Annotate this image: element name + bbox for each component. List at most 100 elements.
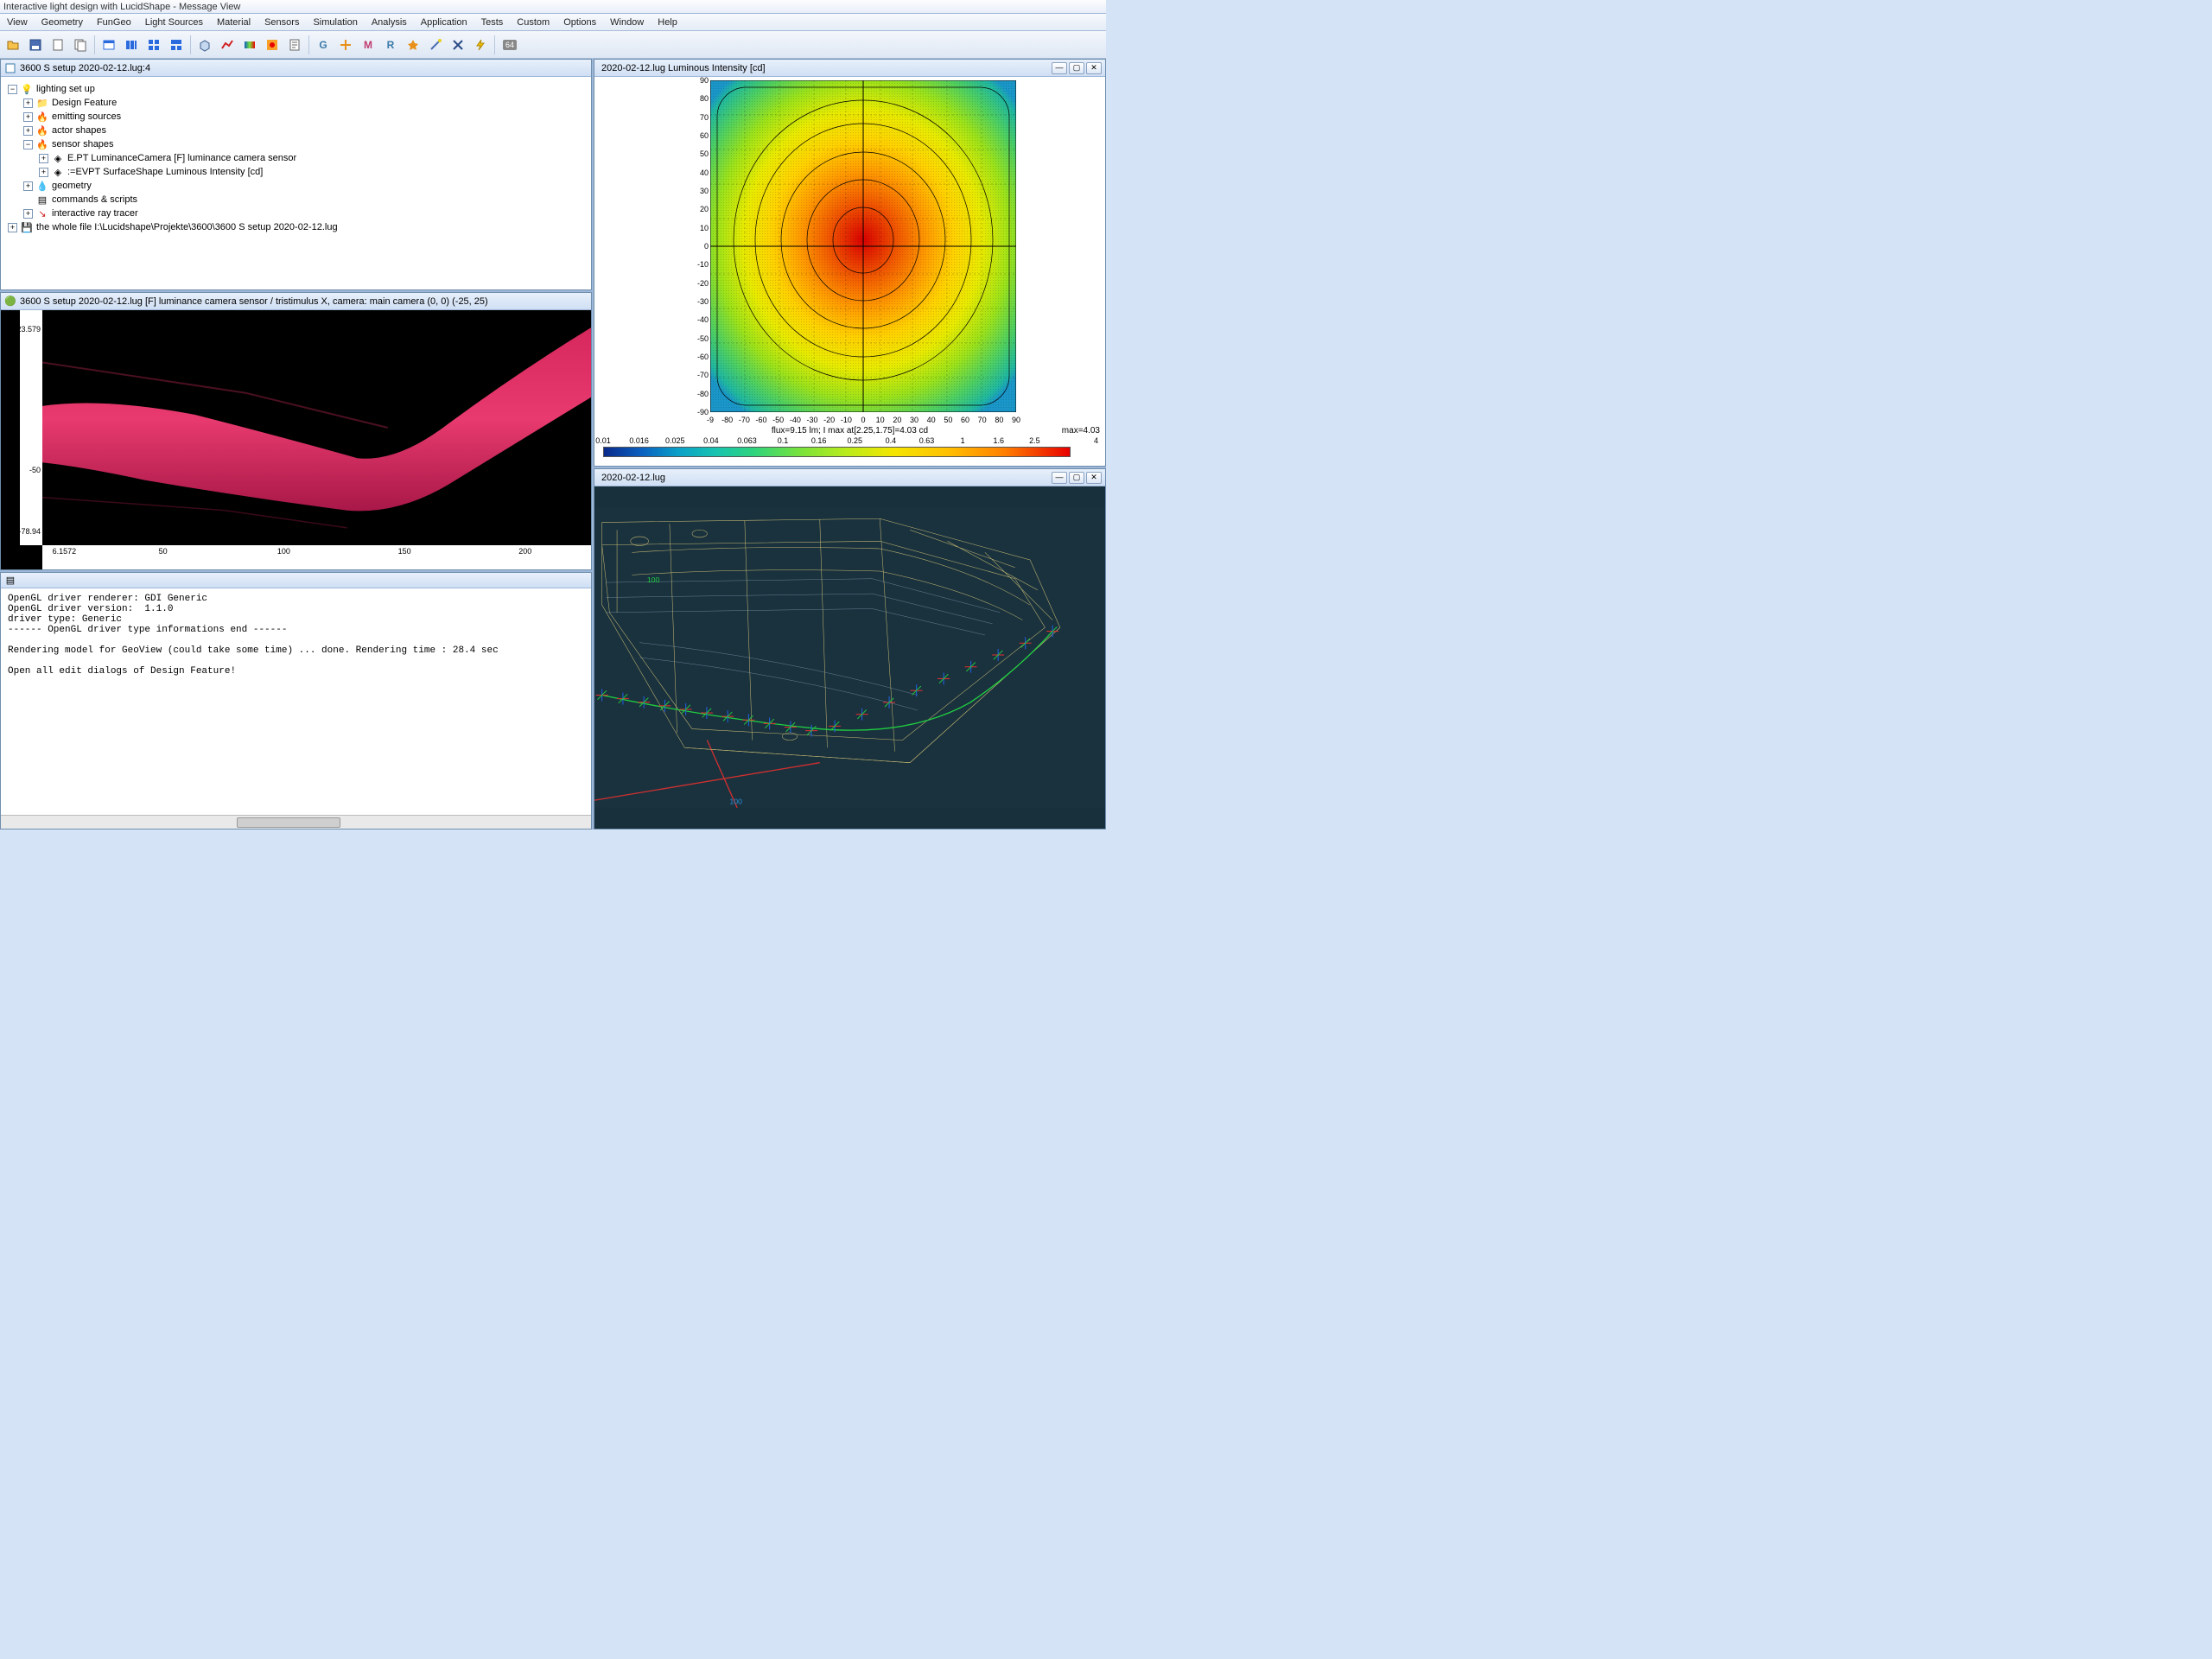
tree-header[interactable]: 3600 S setup 2020-02-12.lug:4 xyxy=(1,60,591,77)
tree-root[interactable]: −💡lighting set up xyxy=(8,82,588,96)
minimize-button[interactable]: — xyxy=(1052,472,1067,484)
tb-bolt-icon[interactable] xyxy=(470,35,491,55)
tb-doc2-icon[interactable] xyxy=(70,35,91,55)
tb-cross-orange-icon[interactable] xyxy=(335,35,356,55)
camera-icon: 🟢 xyxy=(4,296,16,308)
tb-columns-icon[interactable] xyxy=(121,35,142,55)
tb-window-icon[interactable] xyxy=(99,35,119,55)
title-bar: Interactive light design with LucidShape… xyxy=(0,0,1106,14)
lumcam-x-axis: 6.1572 50 100 150 200 xyxy=(42,545,591,569)
ray-icon: ↘ xyxy=(36,207,48,219)
tb-G-icon[interactable]: G xyxy=(313,35,334,55)
tb-doc3-icon[interactable] xyxy=(284,35,305,55)
tb-save-icon[interactable] xyxy=(25,35,46,55)
tb-layout-icon[interactable] xyxy=(166,35,187,55)
menu-help[interactable]: Help xyxy=(651,14,684,31)
geo-title: 2020-02-12.lug xyxy=(598,473,1050,483)
menu-application[interactable]: Application xyxy=(414,14,474,31)
scrollbar-thumb[interactable] xyxy=(237,817,340,828)
expand-icon[interactable]: + xyxy=(23,126,33,136)
expand-icon[interactable]: + xyxy=(23,112,33,122)
tb-M-icon[interactable]: M xyxy=(358,35,378,55)
maximize-button[interactable]: ▢ xyxy=(1069,472,1084,484)
tb-R-icon[interactable]: R xyxy=(380,35,401,55)
tb-heatmap-icon[interactable] xyxy=(262,35,283,55)
tb-X-icon[interactable] xyxy=(448,35,468,55)
heatmap-header[interactable]: 2020-02-12.lug Luminous Intensity [cd] —… xyxy=(594,60,1105,77)
main-workspace: 2020-02-12.lug Luminous Intensity [cd] —… xyxy=(0,59,1106,830)
tb-grid-icon[interactable] xyxy=(143,35,164,55)
expand-icon[interactable]: + xyxy=(39,154,48,163)
tree-design-feature[interactable]: +📁Design Feature xyxy=(23,96,588,110)
heatmap-max-label: max=4.03 xyxy=(1062,426,1100,435)
heatmap-panel: 2020-02-12.lug Luminous Intensity [cd] —… xyxy=(594,59,1106,467)
app-title: Interactive light design with LucidShape… xyxy=(3,2,240,12)
tb-open-icon[interactable] xyxy=(3,35,23,55)
tb-64-icon[interactable]: 64 xyxy=(499,35,521,55)
tree-panel: 3600 S setup 2020-02-12.lug:4 −💡lighting… xyxy=(0,59,592,290)
flame-icon: 🔥 xyxy=(36,124,48,137)
menu-analysis[interactable]: Analysis xyxy=(365,14,414,31)
menu-window[interactable]: Window xyxy=(603,14,651,31)
lumcam-y-axis: 23.579 -50 -78.94 xyxy=(20,310,42,545)
heatmap-plot-area[interactable]: -90-80-70-60-50-40-30-20-100102030405060… xyxy=(594,77,1105,466)
toolbar: G M R 64 xyxy=(0,31,1106,59)
collapse-icon[interactable]: − xyxy=(8,85,17,94)
console-output[interactable]: OpenGL driver renderer: GDI Generic Open… xyxy=(1,588,591,815)
menu-geometry[interactable]: Geometry xyxy=(35,14,90,31)
lumcam-plot-area[interactable]: 23.579 -50 -78.94 xyxy=(1,310,591,569)
menu-options[interactable]: Options xyxy=(556,14,603,31)
tree-raytracer[interactable]: +↘interactive ray tracer xyxy=(23,207,588,220)
tb-doc-icon[interactable] xyxy=(48,35,68,55)
tb-wand-icon[interactable] xyxy=(425,35,446,55)
menu-light-sources[interactable]: Light Sources xyxy=(138,14,210,31)
geo-viewport[interactable]: 100 xyxy=(594,486,1105,829)
diamond-icon: ◈ xyxy=(52,166,64,178)
heatmap-y-axis: -90-80-70-60-50-40-30-20-100102030405060… xyxy=(696,80,709,412)
menu-sensors[interactable]: Sensors xyxy=(257,14,306,31)
close-button[interactable]: ✕ xyxy=(1086,472,1102,484)
minimize-button[interactable]: — xyxy=(1052,62,1067,74)
tree-emitting[interactable]: +🔥emitting sources xyxy=(23,110,588,124)
drop-icon: 💧 xyxy=(36,180,48,192)
geo-header[interactable]: 2020-02-12.lug — ▢ ✕ xyxy=(594,469,1105,486)
tree-sensor[interactable]: −🔥sensor shapes xyxy=(23,137,588,151)
tb-chart-icon[interactable] xyxy=(217,35,238,55)
menu-tests[interactable]: Tests xyxy=(474,14,511,31)
console-scrollbar[interactable] xyxy=(1,815,591,829)
expand-icon[interactable]: + xyxy=(23,99,33,108)
console-header[interactable]: ▤ xyxy=(1,573,591,588)
tree-sensor-a[interactable]: +◈E.PT LuminanceCamera [F] luminance cam… xyxy=(39,151,588,165)
tree-doc-icon xyxy=(4,62,16,74)
close-button[interactable]: ✕ xyxy=(1086,62,1102,74)
heatmap-title: 2020-02-12.lug Luminous Intensity [cd] xyxy=(598,63,1050,73)
tree-body[interactable]: −💡lighting set up +📁Design Feature +🔥emi… xyxy=(1,77,591,289)
lumcam-header[interactable]: 🟢 3600 S setup 2020-02-12.lug [F] lumina… xyxy=(1,293,591,310)
heatmap-x-axis: -9-80-70-60-50-40-30-20-1001020304050607… xyxy=(710,416,1016,426)
console-icon: ▤ xyxy=(4,575,16,587)
tree-title: 3600 S setup 2020-02-12.lug:4 xyxy=(16,63,588,73)
expand-icon[interactable]: + xyxy=(39,168,48,177)
tree-sensor-b[interactable]: +◈:=EVPT SurfaceShape Luminous Intensity… xyxy=(39,165,588,179)
flame-icon: 🔥 xyxy=(36,138,48,150)
tree-geometry[interactable]: +💧geometry xyxy=(23,179,588,193)
lightbulb-icon: 💡 xyxy=(21,83,33,95)
tb-star-icon[interactable] xyxy=(403,35,423,55)
tree-actor[interactable]: +🔥actor shapes xyxy=(23,124,588,137)
tb-cube-icon[interactable] xyxy=(194,35,215,55)
menu-simulation[interactable]: Simulation xyxy=(306,14,364,31)
tree-commands[interactable]: ▤commands & scripts xyxy=(23,193,588,207)
svg-text:100: 100 xyxy=(647,575,660,584)
menu-fungeo[interactable]: FunGeo xyxy=(90,14,138,31)
expand-icon[interactable]: + xyxy=(23,209,33,219)
maximize-button[interactable]: ▢ xyxy=(1069,62,1084,74)
menu-material[interactable]: Material xyxy=(210,14,257,31)
menu-custom[interactable]: Custom xyxy=(510,14,556,31)
tb-gradient-icon[interactable] xyxy=(239,35,260,55)
flame-icon: 🔥 xyxy=(36,111,48,123)
expand-icon[interactable]: + xyxy=(8,223,17,232)
menu-view[interactable]: View xyxy=(0,14,35,31)
collapse-icon[interactable]: − xyxy=(23,140,33,149)
expand-icon[interactable]: + xyxy=(23,181,33,191)
tree-file[interactable]: +💾the whole file I:\Lucidshape\Projekte\… xyxy=(8,220,588,234)
